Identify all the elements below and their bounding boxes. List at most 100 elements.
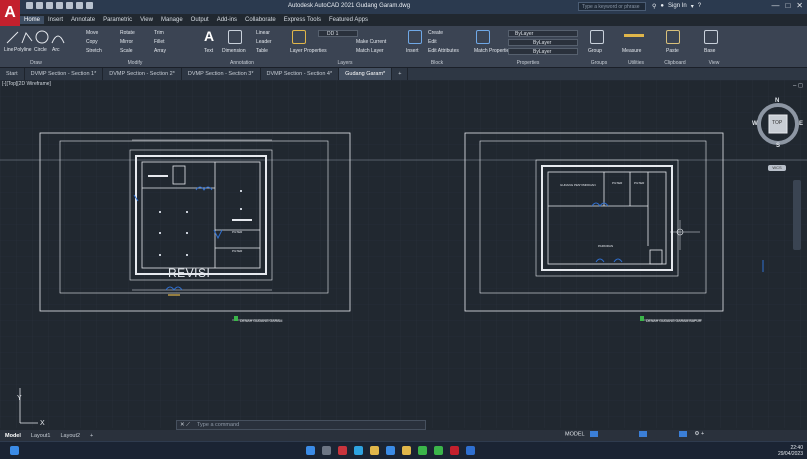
redo-icon[interactable] xyxy=(86,2,93,9)
save-icon[interactable] xyxy=(46,2,53,9)
app-icon-2[interactable] xyxy=(386,446,395,455)
navcube-top[interactable]: TOP xyxy=(772,120,782,126)
base-view-icon[interactable] xyxy=(704,30,718,44)
scale-button[interactable]: Scale xyxy=(120,48,133,54)
group-icon[interactable] xyxy=(590,30,604,44)
layer-properties-button[interactable]: Layer Properties xyxy=(290,48,327,54)
leader-button[interactable]: Leader xyxy=(256,39,272,45)
doc-tab-section-2[interactable]: DVMP Section - Section 2* xyxy=(103,68,182,80)
navcube-west[interactable]: W xyxy=(752,121,758,127)
table-button[interactable]: Table xyxy=(256,48,268,54)
doc-tab-start[interactable]: Start xyxy=(0,68,25,80)
edit-attributes-button[interactable]: Edit Attributes xyxy=(428,48,459,54)
tab-parametric[interactable]: Parametric xyxy=(99,16,136,24)
tab-manage[interactable]: Manage xyxy=(157,16,187,24)
navcube-north[interactable]: N xyxy=(775,98,779,104)
paste-icon[interactable] xyxy=(666,30,680,44)
navcube-south[interactable]: S xyxy=(776,143,780,149)
tab-featured-apps[interactable]: Featured Apps xyxy=(325,16,372,24)
array-button[interactable]: Array xyxy=(154,48,166,54)
close-button[interactable]: ✕ xyxy=(796,1,803,10)
command-input[interactable]: Type a command xyxy=(197,422,239,428)
plot-icon[interactable] xyxy=(66,2,73,9)
tab-view[interactable]: View xyxy=(136,16,157,24)
spotify-icon[interactable] xyxy=(434,446,443,455)
minimize-button[interactable]: — xyxy=(771,1,779,10)
dimension-button[interactable]: Dimension xyxy=(222,48,246,54)
drawing-canvas[interactable]: PILTER PILTER DENAH GUDANG GARAM GUDANG … xyxy=(0,80,807,428)
make-current-button[interactable]: Make Current xyxy=(356,39,386,45)
doc-tab-section-3[interactable]: DVMP Section - Section 3* xyxy=(182,68,261,80)
viewport-label[interactable]: [-][Top][2D Wireframe] xyxy=(2,81,51,87)
layer-dropdown[interactable]: DD 1 xyxy=(318,30,358,37)
modify-panel-title[interactable]: Modify xyxy=(80,60,190,66)
doc-tab-gudang-garam[interactable]: Gudang Garam* xyxy=(339,68,393,80)
add-layout-button[interactable]: + xyxy=(85,433,98,439)
app-icon-1[interactable] xyxy=(338,446,347,455)
dimension-icon[interactable] xyxy=(228,30,242,44)
block-panel-title[interactable]: Block xyxy=(404,60,470,66)
wcs-menu[interactable]: WCS xyxy=(768,165,786,171)
arc-button[interactable]: Arc xyxy=(52,47,60,53)
undo-icon[interactable] xyxy=(76,2,83,9)
tab-collaborate[interactable]: Collaborate xyxy=(241,16,280,24)
annotation-scale-icon[interactable] xyxy=(678,431,687,437)
match-properties-button[interactable]: Match Properties xyxy=(474,48,512,54)
polyline-button[interactable]: Polyline xyxy=(14,47,32,53)
tab-output[interactable]: Output xyxy=(187,16,213,24)
annotation-panel-title[interactable]: Annotation xyxy=(198,60,286,66)
new-tab-button[interactable]: + xyxy=(392,68,409,80)
move-button[interactable]: Move xyxy=(86,30,98,36)
draw-tools-icon[interactable] xyxy=(6,29,66,45)
measure-icon[interactable] xyxy=(624,34,644,37)
trim-button[interactable]: Trim xyxy=(154,30,164,36)
copy-button[interactable]: Copy xyxy=(86,39,98,45)
word-icon[interactable] xyxy=(466,446,475,455)
edge-icon[interactable] xyxy=(354,446,363,455)
app-icon-3[interactable] xyxy=(418,446,427,455)
viewport-controls[interactable]: – ◻ xyxy=(793,82,803,89)
fillet-button[interactable]: Fillet xyxy=(154,39,165,45)
match-layer-button[interactable]: Match Layer xyxy=(356,48,384,54)
grid-icon[interactable] xyxy=(589,431,598,437)
layer-properties-icon[interactable] xyxy=(292,30,306,44)
insert-block-icon[interactable] xyxy=(408,30,422,44)
tab-annotate[interactable]: Annotate xyxy=(67,16,99,24)
base-button[interactable]: Base xyxy=(704,48,715,54)
windows-start-icon[interactable] xyxy=(10,446,19,455)
create-block-button[interactable]: Create xyxy=(428,30,443,36)
command-close-icon[interactable]: ✕ ⟋ xyxy=(180,421,190,429)
lineweight-dropdown[interactable]: ByLayer xyxy=(508,48,578,55)
color-dropdown[interactable]: ByLayer xyxy=(508,30,578,37)
utilities-panel-title[interactable]: Utilities xyxy=(616,60,656,66)
search-input[interactable]: Type a keyword or phrase xyxy=(578,2,646,11)
linear-button[interactable]: Linear xyxy=(256,30,270,36)
insert-button[interactable]: Insert xyxy=(406,48,419,54)
autocad-taskbar-icon[interactable] xyxy=(450,446,459,455)
tab-express-tools[interactable]: Express Tools xyxy=(280,16,325,24)
navcube-east[interactable]: E xyxy=(799,121,803,127)
line-button[interactable]: Line xyxy=(4,47,13,53)
chrome-icon[interactable] xyxy=(370,446,379,455)
settings-icon[interactable]: ⚙ + xyxy=(694,431,704,437)
doc-tab-section-4[interactable]: DVMP Section - Section 4* xyxy=(261,68,340,80)
ortho-icon[interactable] xyxy=(639,431,648,437)
search-taskbar-icon[interactable] xyxy=(322,446,331,455)
explorer-icon[interactable] xyxy=(402,446,411,455)
system-clock[interactable]: 22:40 29/04/2023 xyxy=(778,445,803,457)
help-icon[interactable]: ? xyxy=(698,3,701,10)
autocad-logo[interactable]: A xyxy=(0,0,20,26)
sign-in-link[interactable]: Sign In xyxy=(668,3,687,10)
text-button[interactable]: Text xyxy=(204,48,213,54)
rotate-button[interactable]: Rotate xyxy=(120,30,135,36)
tab-insert[interactable]: Insert xyxy=(44,16,67,24)
search-icon[interactable]: ⚲ xyxy=(652,3,656,10)
edit-block-button[interactable]: Edit xyxy=(428,39,437,45)
paste-button[interactable]: Paste xyxy=(666,48,679,54)
tab-addins[interactable]: Add-ins xyxy=(213,16,241,24)
mirror-button[interactable]: Mirror xyxy=(120,39,133,45)
stretch-button[interactable]: Stretch xyxy=(86,48,102,54)
command-line[interactable]: ✕ ⟋ Type a command xyxy=(176,420,426,430)
doc-tab-section-1[interactable]: DVMP Section - Section 1* xyxy=(25,68,104,80)
tab-home[interactable]: Home xyxy=(20,16,45,24)
